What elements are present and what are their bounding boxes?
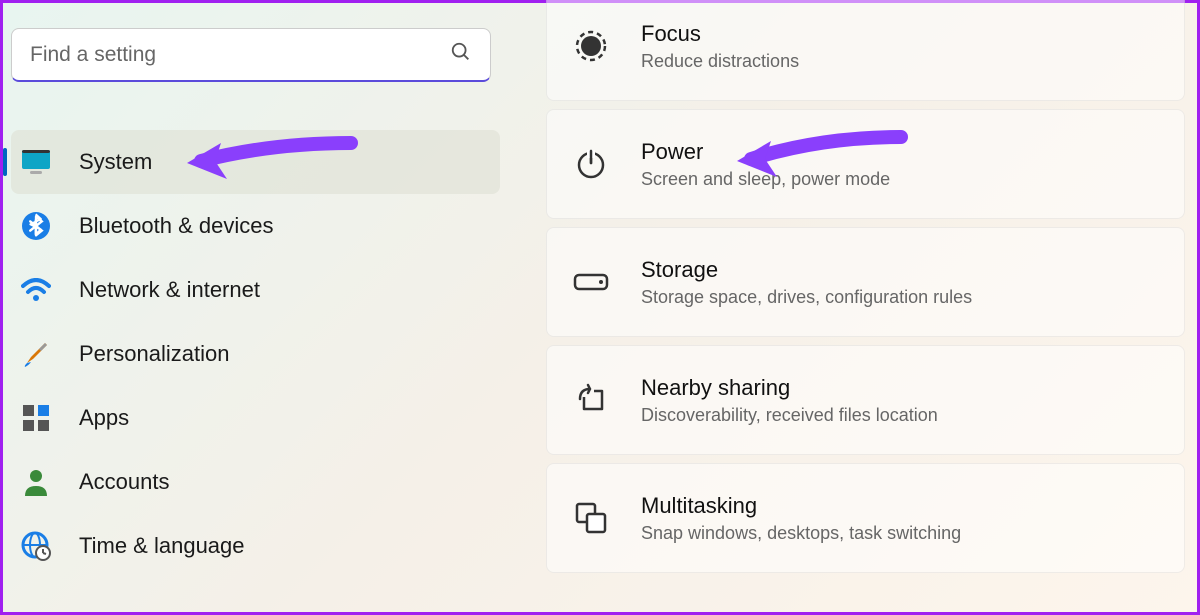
sidebar: System Bluetooth & devices Network & int… xyxy=(3,3,508,612)
focus-icon xyxy=(573,28,609,64)
sidebar-item-network[interactable]: Network & internet xyxy=(11,258,500,322)
search-input[interactable] xyxy=(11,28,491,82)
card-subtitle: Snap windows, desktops, task switching xyxy=(641,523,961,544)
sidebar-item-bluetooth[interactable]: Bluetooth & devices xyxy=(11,194,500,258)
card-multitasking[interactable]: Multitasking Snap windows, desktops, tas… xyxy=(546,463,1185,573)
accounts-icon xyxy=(21,467,51,497)
card-storage[interactable]: Storage Storage space, drives, configura… xyxy=(546,227,1185,337)
storage-icon xyxy=(573,264,609,300)
main-content: Focus Reduce distractions Power Screen a… xyxy=(508,3,1197,612)
search-container xyxy=(11,28,500,112)
card-text: Storage Storage space, drives, configura… xyxy=(641,257,972,308)
nav-label: Accounts xyxy=(79,469,170,495)
annotation-arrow-system xyxy=(181,133,361,193)
nav-label: Time & language xyxy=(79,533,245,559)
nav-label: System xyxy=(79,149,152,175)
card-subtitle: Storage space, drives, configuration rul… xyxy=(641,287,972,308)
globe-clock-icon xyxy=(21,531,51,561)
card-subtitle: Discoverability, received files location xyxy=(641,405,938,426)
multitasking-icon xyxy=(573,500,609,536)
bluetooth-icon xyxy=(21,211,51,241)
paintbrush-icon xyxy=(21,339,51,369)
card-title: Focus xyxy=(641,21,799,47)
nav-label: Apps xyxy=(79,405,129,431)
annotation-arrow-power xyxy=(731,127,911,187)
sidebar-item-personalization[interactable]: Personalization xyxy=(11,322,500,386)
system-icon xyxy=(21,147,51,177)
sidebar-item-accounts[interactable]: Accounts xyxy=(11,450,500,514)
card-text: Multitasking Snap windows, desktops, tas… xyxy=(641,493,961,544)
nav-label: Personalization xyxy=(79,341,229,367)
apps-icon xyxy=(21,403,51,433)
card-focus[interactable]: Focus Reduce distractions xyxy=(546,0,1185,101)
wifi-icon xyxy=(21,275,51,305)
card-title: Nearby sharing xyxy=(641,375,938,401)
card-subtitle: Reduce distractions xyxy=(641,51,799,72)
power-icon xyxy=(573,146,609,182)
card-nearby-sharing[interactable]: Nearby sharing Discoverability, received… xyxy=(546,345,1185,455)
nav-label: Bluetooth & devices xyxy=(79,213,273,239)
sidebar-item-apps[interactable]: Apps xyxy=(11,386,500,450)
search-field[interactable] xyxy=(30,43,450,67)
card-title: Multitasking xyxy=(641,493,961,519)
search-icon xyxy=(450,41,472,68)
share-icon xyxy=(573,382,609,418)
sidebar-item-time-language[interactable]: Time & language xyxy=(11,514,500,578)
card-title: Storage xyxy=(641,257,972,283)
nav-label: Network & internet xyxy=(79,277,260,303)
card-text: Focus Reduce distractions xyxy=(641,21,799,72)
card-text: Nearby sharing Discoverability, received… xyxy=(641,375,938,426)
